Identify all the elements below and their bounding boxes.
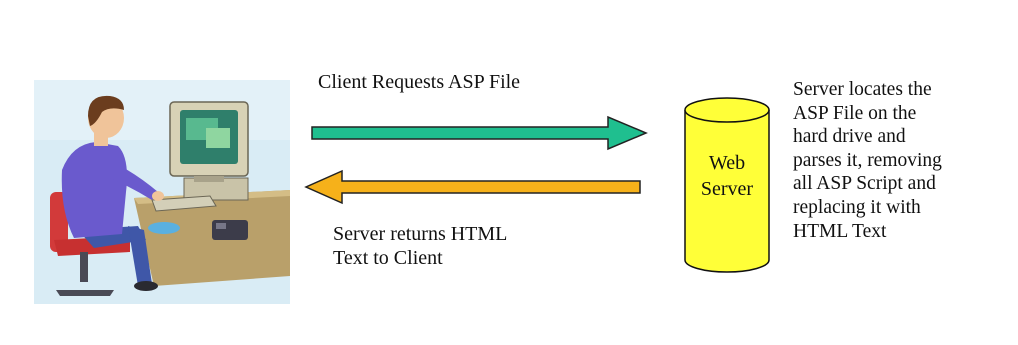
asp-request-diagram: Client Requests ASP File Server returns … [0, 0, 1018, 345]
request-arrow [311, 115, 648, 151]
server-description: Server locates the ASP File on the hard … [793, 79, 942, 242]
response-label: Server returns HTML Text to Client [333, 223, 508, 269]
request-arrow-shape [311, 115, 648, 151]
request-label: Client Requests ASP File [318, 71, 521, 93]
web-server-label: Web Server [700, 152, 754, 200]
response-arrow [304, 169, 641, 205]
response-arrow-shape [304, 169, 641, 205]
client-computer-user-illustration [34, 80, 290, 304]
